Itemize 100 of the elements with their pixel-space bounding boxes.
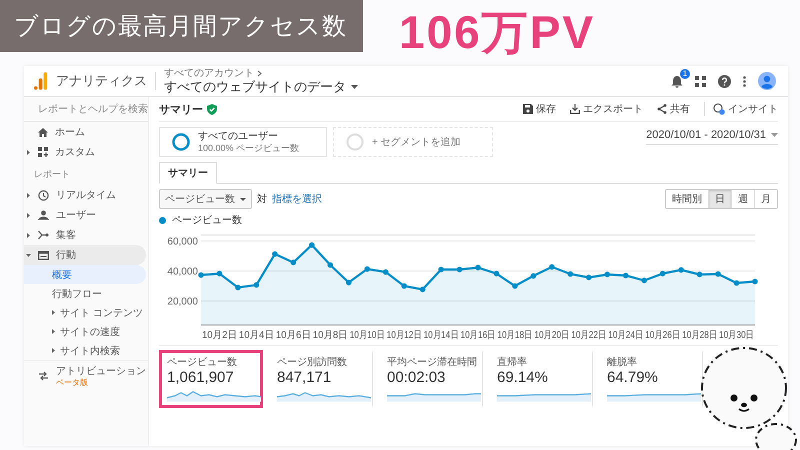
metric-label: 平均ページ滞在時間 [387,356,477,369]
beta-tag: ベータ版 [56,378,146,388]
data-point [568,271,574,277]
window-icon [38,250,49,260]
data-point [327,262,334,268]
account-breadcrumb[interactable]: すべてのアカウント [164,68,254,79]
product-name: アナリティクス [56,72,147,90]
data-point [438,266,444,272]
data-point [715,271,721,277]
attribution-label: アトリビューション [56,365,146,378]
ring-icon [346,133,364,151]
download-icon [570,104,580,114]
nav-subitem[interactable]: 行動フロー [24,284,148,303]
segment-card[interactable]: すべてのユーザー 100.00% ページビュー数 [159,127,327,157]
add-segment-label: + セグメントを追加 [372,136,461,149]
x-axis-label: 10月2日 [202,330,239,341]
nav-item[interactable]: リアルタイム [24,185,148,205]
data-point [622,272,629,278]
caret-icon [52,348,56,353]
property-selector[interactable]: すべてのウェブサイトのデータ [164,79,346,94]
metric-dropdown[interactable]: ページビュー数 [159,189,252,209]
data-point [364,266,370,272]
toolbar-button[interactable]: インサイト [704,102,778,116]
shield-check-icon [207,104,217,114]
metric-label: ページ別訪問数 [277,356,348,369]
nav-subitem[interactable]: サイト内検索 [24,341,148,360]
dashboard-icon [38,147,48,157]
date-range-picker[interactable]: 2020/10/01 - 2020/10/31 [646,127,778,145]
toolbar-button[interactable]: 保存 [523,102,556,116]
metric-value: 69.14% [497,369,549,387]
nav-subitem[interactable]: 概要 [24,265,146,284]
caret-icon [26,232,31,238]
data-point [235,284,241,290]
toolbar-button[interactable]: 共有 [657,102,690,116]
section-heading: レポート [33,168,71,181]
nav-item[interactable]: ホーム [24,122,148,142]
granularity-button[interactable]: 日 [708,190,731,208]
bar-chart-logo-icon [34,72,48,90]
data-point [604,272,610,278]
nav-item[interactable]: アトリビューション ベータ版 [24,360,148,388]
data-point [346,280,352,286]
caret-icon [26,212,31,218]
bell-icon[interactable] [671,74,683,88]
more-icon[interactable] [743,76,746,86]
granularity-button[interactable]: 月 [754,190,777,208]
apps-grid-icon[interactable] [695,76,706,86]
ring-icon [172,133,190,151]
nav-subitem[interactable]: サイトの速度 [24,322,148,341]
y-axis-label: 20,000 [167,296,198,308]
data-point [586,274,592,280]
data-point [549,264,555,270]
metric-label: ページビュー数 [167,356,238,369]
caret-icon [26,252,31,258]
avatar-icon[interactable] [758,72,776,90]
metric-value: 1,061,907 [167,369,235,387]
nav-item[interactable]: 集客 [24,225,148,245]
data-point [382,269,388,275]
nav-item[interactable]: ユーザー [24,205,148,225]
nav-subitem[interactable]: サイト コンテンツ [24,303,148,322]
notification-badge: 1 [680,68,690,78]
data-point [456,266,462,272]
data-point [216,270,222,276]
toolbar-button[interactable]: エクスポート [570,102,643,116]
x-axis-label: 10月30日 [719,330,759,341]
data-point [734,280,740,286]
data-point [254,282,260,288]
swap-arrows-icon [38,371,49,381]
home-icon [38,128,48,136]
insights-icon [713,103,725,115]
data-point [678,267,684,273]
caret-icon [351,84,358,88]
caption-banner: ブログの最高月間アクセス数 [0,0,363,52]
data-point [420,286,426,292]
help-icon[interactable] [718,74,731,88]
y-axis-label: 60,000 [167,236,198,248]
data-point [272,251,278,257]
data-point [290,260,296,266]
x-axis-label: 10月4日 [238,330,276,341]
headline: 106万PV [399,5,596,60]
report-tab[interactable]: サマリー [159,162,217,184]
y-axis-label: 40,000 [167,266,198,278]
caret-icon [771,133,778,137]
data-point [475,264,481,270]
nav-item[interactable]: 行動 [24,245,146,265]
legend-label: ページビュー数 [172,214,242,227]
report-title: サマリー [159,102,203,116]
metric-value: 847,171 [277,369,332,387]
nav-item[interactable]: カスタム [24,142,148,162]
choose-metric-link[interactable]: 指標を選択 [272,192,322,206]
add-segment-card[interactable]: + セグメントを追加 [333,127,493,157]
chevron-icon [257,70,262,77]
segment-detail: 100.00% ページビュー数 [198,142,300,154]
metric-label: 離脱率 [607,356,638,369]
data-point [696,272,702,278]
clock-icon [38,190,49,200]
data-point [512,283,518,289]
data-point [660,270,666,276]
report-search-field[interactable]: レポートとヘルプを検索 [24,97,148,122]
data-point [641,278,647,284]
share-icon [657,104,667,114]
